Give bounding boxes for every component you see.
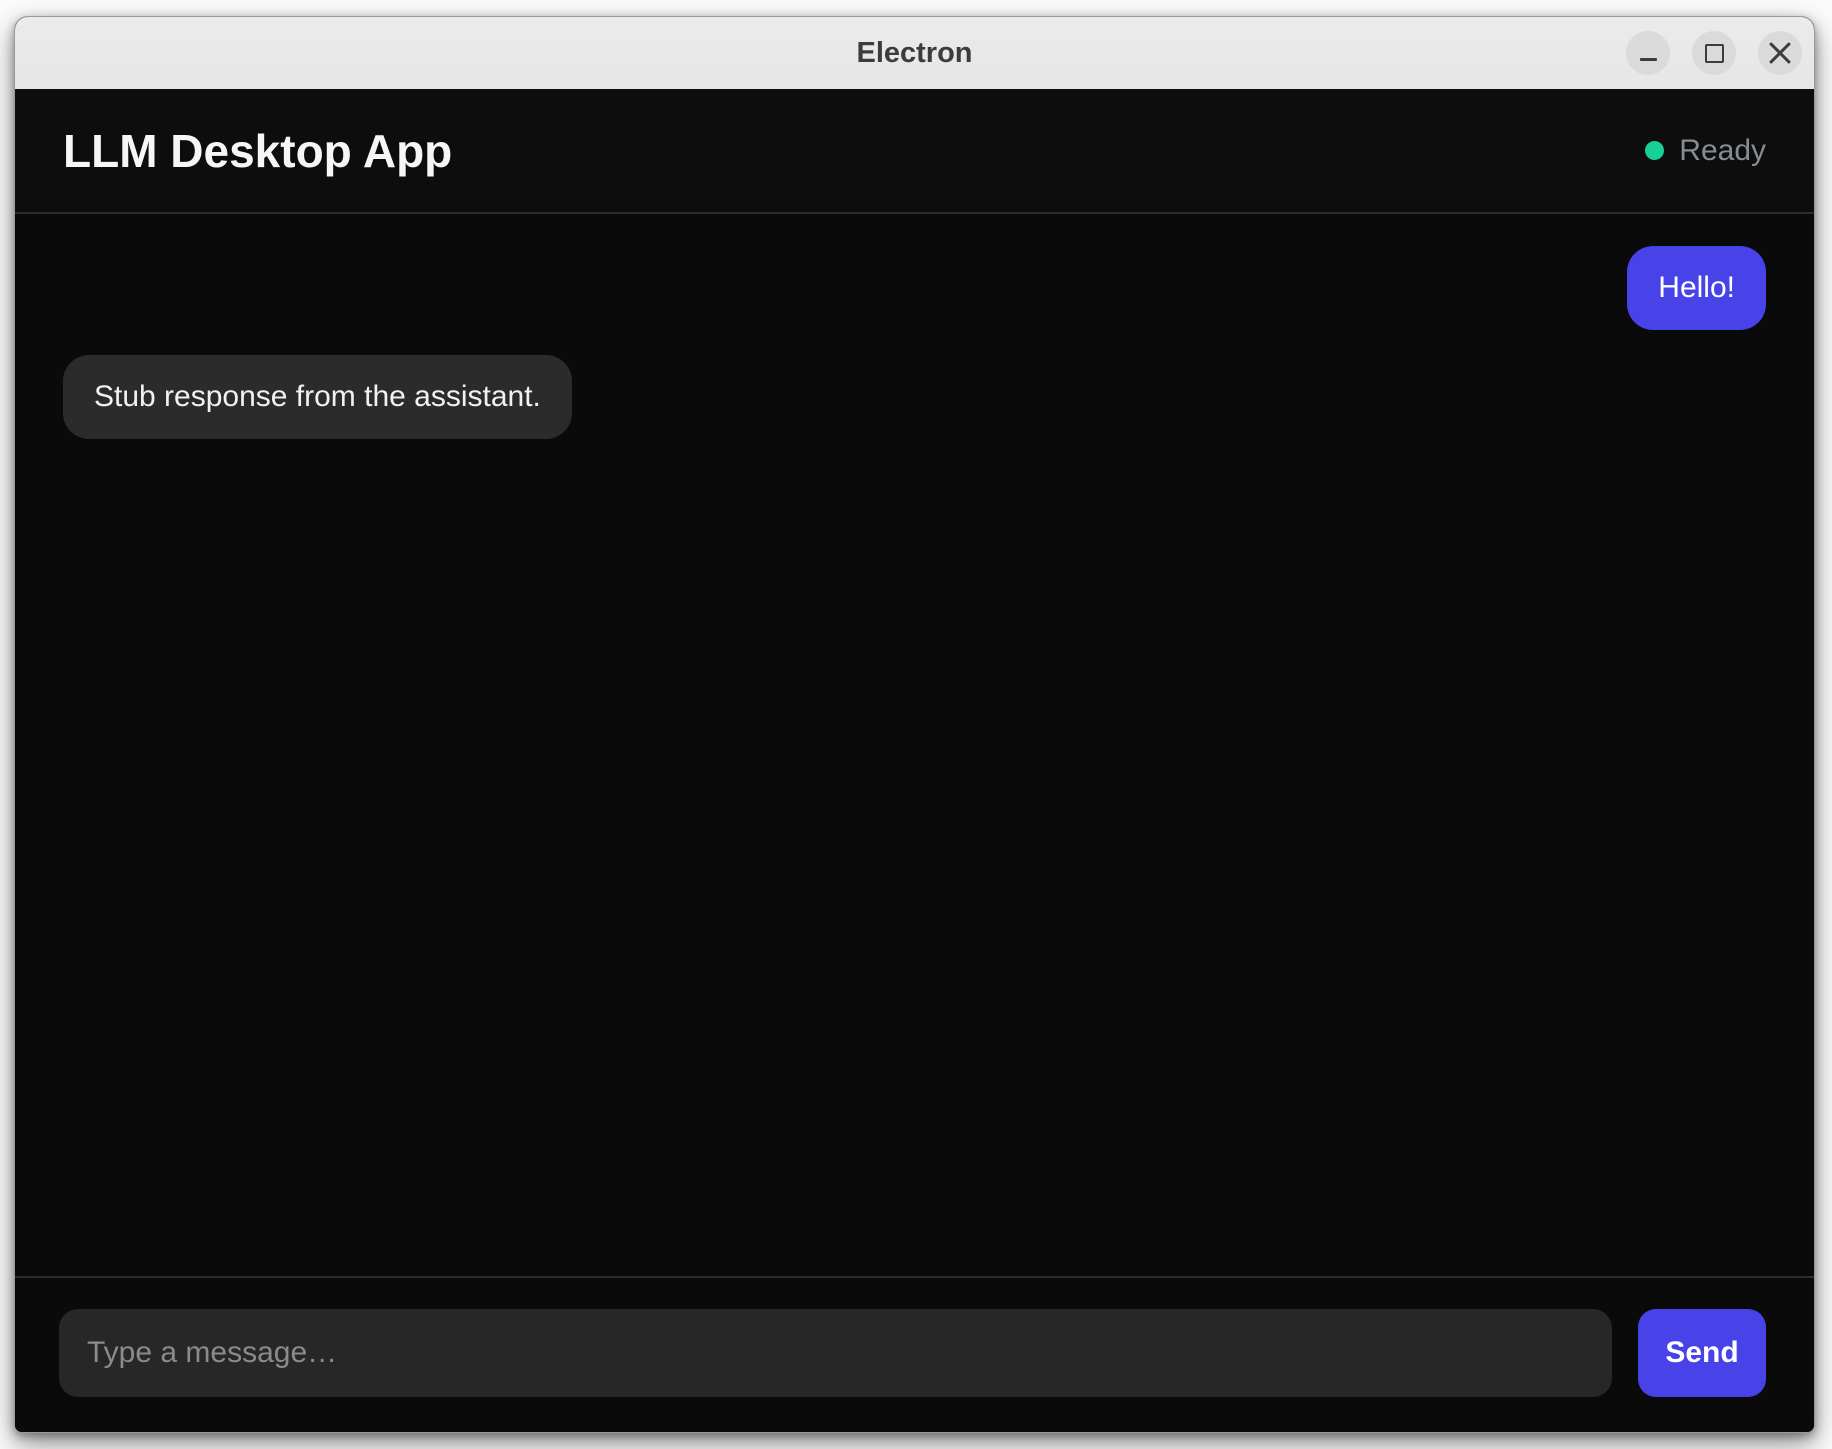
- minimize-button[interactable]: [1626, 31, 1670, 75]
- window-controls: [1626, 17, 1802, 89]
- send-button[interactable]: Send: [1638, 1309, 1766, 1397]
- status-indicator: Ready: [1645, 134, 1766, 168]
- status-label: Ready: [1679, 134, 1766, 168]
- window-titlebar[interactable]: Electron: [15, 17, 1814, 89]
- window-title: Electron: [856, 37, 972, 70]
- electron-window: Electron LLM Desktop App Ready Hello! St…: [14, 16, 1815, 1433]
- maximize-icon: [1705, 44, 1724, 63]
- user-message-bubble: Hello!: [1627, 246, 1766, 330]
- chat-message-list[interactable]: Hello! Stub response from the assistant.: [15, 214, 1814, 1276]
- status-dot-icon: [1645, 141, 1664, 160]
- close-icon: [1766, 39, 1794, 67]
- maximize-button[interactable]: [1692, 31, 1736, 75]
- app-header: LLM Desktop App Ready: [15, 89, 1814, 214]
- message-input[interactable]: [59, 1309, 1612, 1397]
- app-title: LLM Desktop App: [63, 124, 452, 178]
- message-composer: Send: [15, 1276, 1814, 1432]
- assistant-message-bubble: Stub response from the assistant.: [63, 355, 572, 439]
- close-button[interactable]: [1758, 31, 1802, 75]
- minimize-icon: [1640, 58, 1657, 61]
